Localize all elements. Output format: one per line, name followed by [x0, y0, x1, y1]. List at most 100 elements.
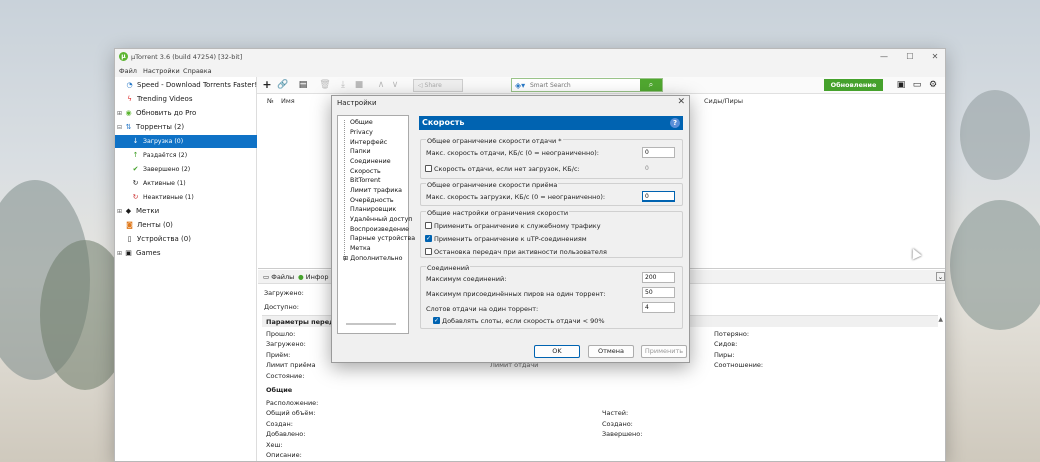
tab-info[interactable]: ● Инфор	[298, 273, 329, 281]
delete-icon[interactable]: 🗑	[319, 79, 331, 91]
tab-label: Инфор	[305, 273, 329, 281]
tree-item-folders[interactable]: Папки	[350, 148, 371, 155]
column-number[interactable]: №	[267, 97, 274, 105]
tree-item-paired-devices[interactable]: Парные устройства	[350, 235, 415, 242]
tree-item-privacy[interactable]: Privacy	[350, 129, 373, 136]
search-input[interactable]	[530, 80, 640, 91]
utp-checkbox[interactable]: ✓	[425, 235, 432, 242]
sidebar-item-labels[interactable]: ⊞ ◆ Метки	[115, 205, 257, 218]
expand-icon[interactable]: ⊞	[343, 255, 348, 262]
sidebar-item-active[interactable]: ↻ Активные (1)	[115, 177, 257, 190]
column-name[interactable]: Имя	[281, 97, 295, 105]
tree-item-bittorrent[interactable]: BitTorrent	[350, 177, 380, 184]
dialog-close-icon[interactable]: ✕	[677, 97, 685, 107]
expand-icon[interactable]: ⊞	[117, 107, 123, 120]
max-connections-field[interactable]	[642, 272, 675, 283]
maximize-button[interactable]: ☐	[902, 51, 918, 63]
labels-icon: ◆	[125, 207, 132, 215]
upload-no-download-checkbox[interactable]	[425, 165, 432, 172]
stop-on-activity-label: Остановка передач при активности пользов…	[434, 248, 607, 256]
sidebar-item-devices[interactable]: ▯ Устройства (0)	[115, 233, 257, 246]
column-seeds-peers[interactable]: Сиды/Пиры	[704, 97, 743, 105]
move-up-icon[interactable]: ∧	[375, 79, 387, 91]
sidebar-item-speed[interactable]: ◔ Speed - Download Torrents Faster!	[115, 79, 257, 92]
tree-item-scheduler[interactable]: Планировщик	[350, 206, 396, 213]
menu-file[interactable]: Файл	[119, 67, 137, 75]
tree-item-queue[interactable]: Очерёдность	[350, 197, 394, 204]
sidebar-item-seeding[interactable]: ↑ Раздаётся (2)	[115, 149, 257, 162]
extra-slots-checkbox[interactable]: ✓	[433, 317, 440, 324]
toolbar: + 🔗 ▤ 🗑 ⤓ ■ ∧ ∨ ◁ Share ◈▾ ⌕ Обновление …	[257, 77, 945, 94]
location-label: Расположение:	[266, 399, 319, 407]
info-icon: ●	[298, 273, 306, 281]
cancel-button[interactable]: Отмена	[588, 345, 634, 358]
tree-item-speed[interactable]: Скорость	[350, 168, 381, 175]
tree-item-connection[interactable]: Соединение	[350, 158, 391, 165]
max-peers-field[interactable]	[642, 287, 675, 298]
overhead-checkbox[interactable]	[425, 222, 432, 229]
smart-search[interactable]: ◈▾ ⌕	[511, 78, 663, 92]
update-button[interactable]: Обновление	[824, 79, 883, 91]
tree-scrollbar[interactable]	[346, 323, 396, 325]
upload-slots-field[interactable]	[642, 302, 675, 313]
sidebar-item-feeds[interactable]: ◙ Ленты (0)	[115, 219, 257, 232]
rss-icon: ◙	[126, 221, 133, 229]
stop-icon[interactable]: ■	[353, 79, 365, 91]
scroll-up-icon[interactable]: ▲	[938, 316, 943, 323]
create-torrent-icon[interactable]: ▤	[297, 79, 309, 91]
available-label: Доступно:	[264, 303, 299, 311]
seeding-icon: ↑	[132, 151, 139, 159]
sidebar-item-games[interactable]: ⊞ ▣ Games	[115, 247, 257, 260]
menu-help[interactable]: Справка	[183, 67, 212, 75]
ok-button[interactable]: OK	[534, 345, 580, 358]
sidebar-item-label: Метки	[136, 207, 160, 215]
download-icon[interactable]: ⤓	[337, 79, 349, 91]
sidebar-item-completed[interactable]: ✔ Завершено (2)	[115, 163, 257, 176]
chat-icon[interactable]: ▣	[895, 79, 907, 91]
added-label: Добавлено:	[266, 430, 306, 438]
help-icon[interactable]: ?	[670, 118, 680, 128]
tree-item-advanced[interactable]: ⊞ Дополнительно	[343, 255, 403, 262]
collapse-icon[interactable]: ⊟	[117, 121, 123, 134]
upload-no-download-label: Скорость отдачи, если нет загрузок, КБ/с…	[434, 165, 580, 173]
completed-label: Завершено:	[602, 430, 643, 438]
tree-item-traffic-limit[interactable]: Лимит трафика	[350, 187, 402, 194]
sidebar-item-pro[interactable]: ⊞ ◉ Обновить до Pro	[115, 107, 257, 120]
collapse-panel-button[interactable]: ⌄	[936, 272, 945, 281]
tree-item-interface[interactable]: Интерфейс	[350, 139, 387, 146]
sidebar-item-label: Неактивные (1)	[143, 194, 194, 201]
minimize-button[interactable]: —	[876, 51, 892, 63]
add-torrent-icon[interactable]: +	[261, 79, 273, 91]
share-button[interactable]: ◁ Share	[413, 79, 463, 92]
sidebar-item-inactive[interactable]: ↻ Неактивные (1)	[115, 191, 257, 204]
sidebar-item-trending[interactable]: ϟ Trending Videos	[115, 93, 257, 106]
stop-on-activity-checkbox[interactable]	[425, 248, 432, 255]
sidebar-item-downloading[interactable]: ↓ Загрузка (0)	[115, 135, 257, 148]
tree-item-remote[interactable]: Удалённый доступ	[350, 216, 412, 223]
tree-item-label[interactable]: Метка	[350, 245, 371, 252]
sidebar-item-torrents[interactable]: ⊟ ⇅ Торренты (2)	[115, 121, 257, 134]
panel-title: Скорость?	[419, 116, 683, 130]
tree-item-general[interactable]: Общие	[350, 119, 373, 126]
move-down-icon[interactable]: ∨	[389, 79, 401, 91]
tree-item-playback[interactable]: Воспроизведение	[350, 226, 409, 233]
overhead-label: Применить ограничение к служебному трафи…	[434, 222, 601, 230]
close-button[interactable]: ✕	[927, 51, 943, 63]
max-download-field[interactable]	[642, 191, 675, 202]
sidebar-item-label: Устройства (0)	[137, 235, 191, 243]
expand-icon[interactable]: ⊞	[117, 247, 123, 260]
apply-button[interactable]: Применить	[641, 345, 687, 358]
expand-icon[interactable]: ⊞	[117, 205, 123, 218]
elapsed-label: Прошло:	[266, 330, 296, 338]
tree-line	[344, 120, 345, 261]
add-link-icon[interactable]: 🔗	[277, 79, 289, 91]
tab-files[interactable]: ▭ Файлы	[263, 273, 294, 281]
remote-icon[interactable]: ▭	[911, 79, 923, 91]
max-upload-field[interactable]	[642, 147, 675, 158]
upload-no-download-field[interactable]	[642, 163, 675, 174]
share-label: Share	[424, 82, 442, 89]
search-button[interactable]: ⌕	[640, 79, 662, 91]
sidebar-item-label: Trending Videos	[137, 95, 193, 103]
menu-settings[interactable]: Настройки	[143, 67, 180, 75]
gear-icon[interactable]: ⚙	[927, 79, 939, 91]
